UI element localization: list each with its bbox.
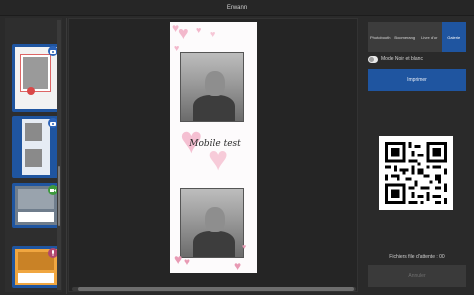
cancel-button[interactable]: Annuler [368, 265, 466, 287]
heart-decoration: ♥ [196, 25, 202, 35]
tab-photobooth[interactable]: Photobooth [368, 22, 393, 52]
template-rail[interactable] [5, 18, 62, 292]
template-card-3[interactable] [12, 183, 60, 228]
rail-scrollbar[interactable] [57, 20, 61, 290]
print-button[interactable]: Imprimer [368, 69, 466, 91]
noir-blanc-toggle[interactable] [368, 55, 378, 63]
mode-tabs: Photobooth Boomerang Livre d'or Galerie [368, 22, 466, 52]
sticker-badge [27, 87, 35, 95]
app-window: ♥ ♥ ♥ ♥ ♥ ♥ ♥ Mobile test ♥ ♥ ♥ ♥ Photob… [0, 16, 474, 295]
heart-decoration: ♥ [174, 43, 180, 53]
thumbnail-photo [21, 55, 50, 91]
qr-code-graphic [379, 136, 453, 210]
thumbnail-photo [25, 149, 42, 167]
thumbnail-photo [25, 123, 42, 141]
heart-decoration: ♥ [210, 29, 216, 39]
queue-status: Fichiers file d'attente : 00 [389, 254, 445, 260]
heart-decoration: ♥ [184, 257, 190, 268]
heart-decoration: ♥ [234, 259, 242, 273]
noir-blanc-option: Mode Noir et blanc [368, 54, 423, 64]
preview-scrollbar-thumb[interactable] [78, 287, 354, 291]
strip-photo-2 [180, 188, 244, 258]
tab-livre-dor[interactable]: Livre d'or [417, 22, 442, 52]
caption-band [18, 212, 54, 222]
noir-blanc-label: Mode Noir et blanc [381, 56, 423, 62]
window-title: Erwann [226, 4, 248, 11]
template-card-thumbnail [15, 47, 57, 109]
rail-scrollbar-thumb[interactable] [58, 166, 60, 226]
strip-caption: Mobile test [189, 139, 241, 149]
heart-decoration: ♥ [242, 244, 247, 251]
template-card-1[interactable] [12, 44, 60, 112]
heart-decoration: ♥ [178, 23, 189, 43]
panel-divider [66, 18, 67, 294]
qr-code [379, 136, 453, 210]
tab-boomerang[interactable]: Boomerang [393, 22, 418, 52]
template-card-thumbnail [22, 119, 50, 175]
template-card-2[interactable] [12, 116, 60, 178]
caption-band [18, 273, 54, 283]
template-card-4[interactable] [12, 246, 60, 288]
photo-strip-preview: ♥ ♥ ♥ ♥ ♥ ♥ ♥ Mobile test ♥ ♥ ♥ ♥ [170, 22, 257, 273]
tab-galerie[interactable]: Galerie [441, 22, 466, 52]
strip-photo-1 [180, 52, 244, 122]
heart-decoration: ♥ [174, 251, 183, 267]
window-titlebar: Erwann [0, 0, 474, 16]
